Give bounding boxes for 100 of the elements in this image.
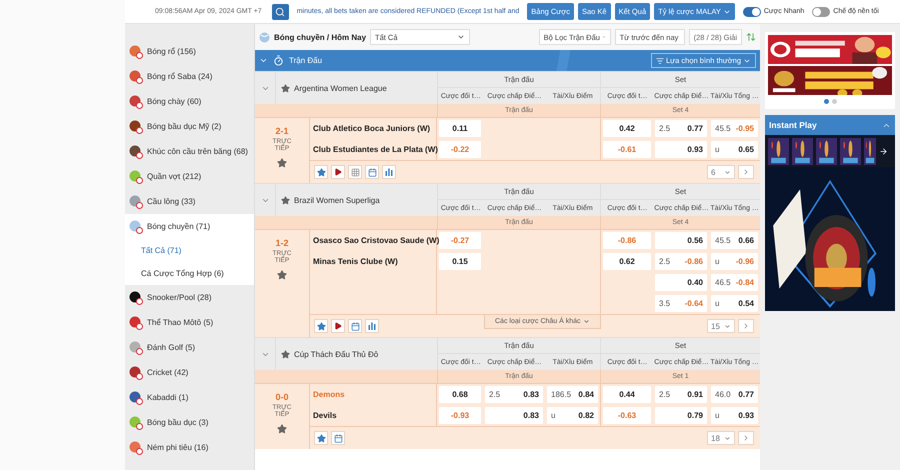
odds-button[interactable]: 0.15 <box>439 253 481 270</box>
odds-button[interactable]: 0.44 <box>603 386 651 403</box>
sport-item[interactable]: Cầu lông (33) <box>125 189 254 214</box>
odds-button[interactable]: 0.11 <box>439 120 481 137</box>
odds-button[interactable]: u -0.96 <box>711 253 758 270</box>
star-icon <box>316 434 326 442</box>
odds-button[interactable]: 0.62 <box>603 253 651 270</box>
odds-button[interactable]: u 0.93 <box>711 407 758 424</box>
tool-button[interactable] <box>314 165 328 179</box>
odds-button[interactable]: 46.0 0.77 <box>711 386 758 403</box>
sport-item[interactable]: Ném phi tiêu (16) <box>125 435 254 460</box>
sport-item[interactable]: Thể Thao Môtô (5) <box>125 310 254 335</box>
bar-chart-icon <box>385 168 393 176</box>
play-icon <box>334 168 342 176</box>
odds-button[interactable]: 186.5 0.84 <box>547 386 598 403</box>
search-icon <box>275 6 286 16</box>
caret-icon <box>582 318 590 325</box>
tool-button[interactable] <box>365 165 379 179</box>
odds-button[interactable]: u 0.54 <box>711 295 758 312</box>
sport-item[interactable]: Snooker/Pool (28) <box>125 285 254 310</box>
section-title: Trận Đấu <box>289 56 322 65</box>
league-name: Brazil Women Superliga <box>294 196 380 204</box>
carousel-dot[interactable] <box>824 99 828 104</box>
tool-button[interactable] <box>382 165 396 179</box>
caret-icon <box>724 434 731 442</box>
sport-item[interactable]: Bóng bầu dục (3) <box>125 410 254 435</box>
team-name: Osasco Sao Cristovao Saude (W) <box>313 236 440 245</box>
odds-button[interactable]: 2.5 0.83 <box>485 386 543 403</box>
odds-button[interactable]: 0.56 <box>655 232 707 249</box>
calendar-icon <box>368 168 376 176</box>
team-name: Minas Tenis Clube (W) <box>313 257 398 266</box>
odds-button[interactable]: 0.93 <box>655 141 707 158</box>
league-name: Argentina Women League <box>294 84 387 92</box>
page-select[interactable]: 18 <box>707 431 735 445</box>
caret-icon <box>724 168 731 176</box>
sub-item[interactable]: Tất Cả (71) <box>125 239 254 262</box>
sport-item[interactable]: Khúc côn cầu trên băng (68) <box>125 139 254 164</box>
odds-button[interactable]: 45.5 -0.95 <box>711 120 758 137</box>
odds-button[interactable]: 2.5 -0.86 <box>655 253 707 270</box>
tool-button[interactable] <box>331 319 345 333</box>
sort-icon[interactable] <box>746 32 756 42</box>
volleyball-icon <box>259 32 270 42</box>
carousel-dot[interactable] <box>832 99 836 104</box>
sport-item[interactable]: Bóng chày (60) <box>125 89 254 114</box>
filter-icon <box>656 56 664 64</box>
tool-button[interactable] <box>365 319 379 333</box>
page-select[interactable]: 6 <box>707 165 735 179</box>
page-select[interactable]: 15 <box>707 319 735 333</box>
team-name: Club Estudiantes de La Plata (W) <box>313 145 438 154</box>
star-icon[interactable] <box>277 424 287 434</box>
toggle-switch[interactable] <box>742 6 761 16</box>
sport-item[interactable]: Bóng chuyền (71) <box>125 214 254 239</box>
timer-icon <box>273 55 284 66</box>
sport-item[interactable]: Đánh Golf (5) <box>125 335 254 360</box>
star-icon[interactable] <box>281 196 290 204</box>
tool-button[interactable] <box>348 165 362 179</box>
odds-button[interactable]: 0.42 <box>603 120 651 137</box>
tool-button[interactable] <box>314 319 328 333</box>
grid-icon <box>350 168 360 176</box>
odds-button[interactable]: 2.5 0.91 <box>655 386 707 403</box>
page-title: Bóng chuyền / Hôm Nay <box>274 32 366 42</box>
chevron-right-icon <box>742 434 750 442</box>
odds-button[interactable]: 0.83 <box>485 407 543 424</box>
chevron-icon[interactable] <box>259 56 268 65</box>
tool-button[interactable] <box>331 165 345 179</box>
calendar-icon <box>350 322 360 330</box>
match-score: 0-0 <box>275 392 288 402</box>
odds-button[interactable]: u 0.65 <box>711 141 758 158</box>
tool-button[interactable] <box>331 431 345 445</box>
odds-button[interactable]: 0.40 <box>655 274 707 291</box>
tool-button[interactable] <box>348 319 362 333</box>
league-name: Cúp Thách Đấu Thủ Đô <box>294 350 378 358</box>
sport-item[interactable]: Bóng rổ Saba (24) <box>125 64 254 89</box>
star-icon[interactable] <box>281 84 290 92</box>
odds-button[interactable]: 46.5 -0.84 <box>711 274 758 291</box>
star-icon <box>316 168 326 176</box>
match-score: 2-1 <box>275 126 288 136</box>
odds-button[interactable]: 0.79 <box>655 407 707 424</box>
odds-button[interactable]: u 0.82 <box>547 407 598 424</box>
odds-button[interactable]: 45.5 0.66 <box>711 232 758 249</box>
sport-item[interactable]: Bóng rổ (156) <box>125 39 254 64</box>
sub-item[interactable]: Cá Cược Tổng Hợp (6) <box>125 262 254 285</box>
sport-item[interactable]: Kabaddi (1) <box>125 385 254 410</box>
tool-button[interactable] <box>314 431 328 445</box>
star-icon[interactable] <box>277 158 287 168</box>
sport-item[interactable]: Quần vợt (212) <box>125 164 254 189</box>
caret-icon <box>457 33 466 41</box>
odds-button[interactable]: 0.68 <box>439 386 481 403</box>
star-icon[interactable] <box>281 350 290 358</box>
star-icon[interactable] <box>277 270 287 280</box>
calendar-icon <box>334 434 342 442</box>
toggle-switch[interactable] <box>812 6 830 16</box>
search-button[interactable] <box>272 4 289 20</box>
arrow-right-icon[interactable] <box>879 146 888 156</box>
chevron-right-icon <box>742 322 750 330</box>
odds-button[interactable]: 3.5 -0.64 <box>655 295 707 312</box>
sport-item[interactable]: Bóng bầu dục Mỹ (2) <box>125 114 254 139</box>
caret-icon <box>724 322 731 330</box>
odds-button[interactable]: 2.5 0.77 <box>655 120 707 137</box>
sport-item[interactable]: Cricket (42) <box>125 360 254 385</box>
